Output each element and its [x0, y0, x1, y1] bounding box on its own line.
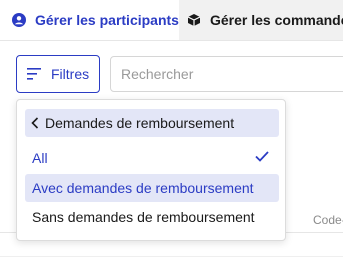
tab-participants[interactable]: Gérer les participants: [0, 0, 179, 40]
filter-dropdown: Demandes de remboursement All Avec deman…: [16, 99, 286, 241]
search-input[interactable]: [110, 56, 343, 92]
dropdown-back-button[interactable]: Demandes de remboursement: [25, 109, 279, 137]
box-icon: [187, 13, 201, 27]
tab-label: Gérer les commandes: [210, 12, 343, 28]
option-with-refunds[interactable]: Avec demandes de remboursement: [25, 174, 279, 202]
tab-orders[interactable]: Gérer les commandes: [179, 0, 343, 40]
filter-button-label: Filtres: [51, 66, 90, 82]
option-label: Sans demandes de remboursement: [32, 209, 255, 225]
option-without-refunds[interactable]: Sans demandes de remboursement: [25, 203, 279, 231]
filter-button[interactable]: Filtres: [16, 55, 100, 93]
tab-label: Gérer les participants: [35, 12, 179, 28]
option-label: All: [32, 150, 48, 166]
filter-lines-icon: [27, 68, 41, 80]
user-circle-icon: [12, 13, 26, 27]
tab-bar: Gérer les participants Gérer les command…: [0, 0, 343, 41]
option-label: Avec demandes de remboursement: [32, 180, 254, 196]
dropdown-header-label: Demandes de remboursement: [45, 115, 235, 131]
table-divider: [0, 256, 343, 257]
check-icon: [255, 151, 269, 162]
table-column-header: Code-: [313, 213, 343, 227]
option-all[interactable]: All: [25, 144, 279, 172]
chevron-left-icon: [31, 117, 39, 129]
